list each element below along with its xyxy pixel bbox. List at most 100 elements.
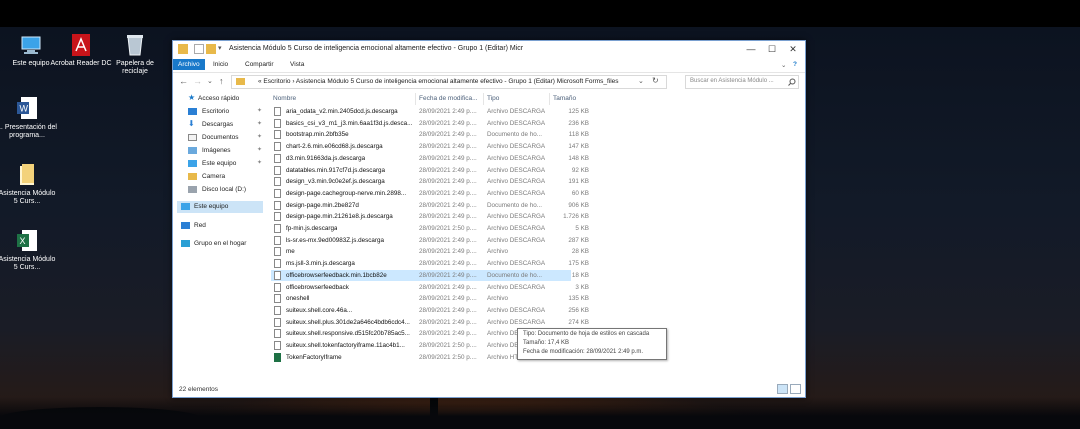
file-row[interactable]: oneshell 28/09/2021 2:49 p.... Archivo 135 … [271,293,589,305]
file-name: design-page.cachegroup-nerve.min.2898... [286,189,407,197]
maximize-button[interactable]: ☐ [761,41,783,58]
file-row[interactable]: design-page.cachegroup-nerve.min.2898...… [271,188,589,200]
file-name: chart-2.6.min.e06cd68.js.descarga [286,143,383,151]
column-divider[interactable] [415,93,416,105]
file-type: Archivo [487,295,508,303]
file-name: ls-sr.es-mx.9ed00983Z.js.descarga [286,236,384,244]
recycle-bin-icon [122,33,148,57]
nav-item-grupo-hogar[interactable]: Grupo en el hogar [177,238,263,250]
column-divider[interactable] [483,93,484,105]
folder-icon [188,173,197,180]
file-row[interactable]: chart-2.6.min.e06cd68.js.descarga 28/09/2… [271,141,589,153]
file-icon [274,177,281,187]
forward-button[interactable]: → [193,76,202,86]
file-row[interactable]: d3.min.91663da.js.descarga 28/09/2021 2:4… [271,153,589,165]
file-name: design-page.min.21261e8.js.descarga [286,213,393,221]
file-row[interactable]: suiteux.shell.core.46a... 28/09/2021 2:49… [271,305,589,317]
item-count: 22 elementos [179,386,219,393]
back-button[interactable]: ← [179,76,188,86]
nav-item-este-equipo-quick[interactable]: Este equipo ✦ [177,158,263,170]
file-row[interactable]: design-page.min.2be827d 28/09/2021 2:49 p… [271,200,589,212]
file-name: suiteux.shell.core.46a... [286,306,353,314]
file-date: 28/09/2021 2:49 p.... [419,248,477,256]
file-row[interactable]: officebrowserfeedback 28/09/2021 2:49 p..… [271,282,589,294]
chevron-down-icon[interactable]: ⌄ [638,77,644,85]
desktop-icon-label: 1. Presentación del programa... [0,124,57,139]
desktop-icon-asistencia-excel[interactable]: X Asistencia Módulo 5 Curs... [0,229,58,272]
nav-item-escritorio[interactable]: Escritorio ✦ [177,106,263,118]
file-row[interactable]: ms.jsll-3.min.js.descarga 28/09/2021 2:49… [271,258,589,270]
file-name: me [286,248,295,256]
file-row[interactable]: officebrowserfeedback.min.1bcb82e 28/09/2… [271,269,589,282]
file-date: 28/09/2021 2:49 p.... [419,178,477,186]
file-row[interactable]: fp-min.js.descarga 28/09/2021 2:50 p.... A… [271,223,589,235]
file-row[interactable]: basics_csi_v3_m1_j3.min.6aa1f3d.js.desca… [271,118,589,130]
address-bar[interactable]: « Escritorio › Asistencia Módulo 5 Curso… [231,75,667,89]
folder-icon [236,78,245,85]
close-button[interactable]: ✕ [782,41,804,58]
file-icon [274,142,281,152]
file-row[interactable]: aria_odata_v2.min.2405dcd.js.descarga 28/… [271,106,589,118]
file-icon [274,235,281,245]
file-row[interactable]: design-page.min.21261e8.js.descarga 28/09… [271,211,589,223]
new-folder-icon[interactable] [206,44,216,54]
nav-item-camera[interactable]: Camera [177,171,263,183]
file-name: ms.jsll-3.min.js.descarga [286,260,355,268]
file-row[interactable]: design_v3.min.9c0e2ef.js.descarga 28/09/2… [271,176,589,188]
desktop-icon-presentacion[interactable]: W 1. Presentación del programa... [0,97,58,140]
tab-vista[interactable]: Vista [286,60,308,69]
file-row[interactable]: suiteux.shell.plus.301de2a646c4bdb6cdc4.… [271,317,589,329]
file-size: 274 KB [568,318,589,326]
details-view-button[interactable] [777,384,788,394]
desktop-icon-asistencia-folder[interactable]: Asistencia Módulo 5 Curs... [0,163,58,206]
file-icon [274,329,281,339]
file-size: 18 KB [571,271,589,279]
folder-icon [178,44,188,54]
nav-item-disco-local[interactable]: Disco local (D:) [177,184,263,196]
tab-compartir[interactable]: Compartir [241,60,278,69]
file-tooltip: Tipo: Documento de hoja de estilos en ca… [517,328,667,360]
file-row[interactable]: datatables.min.917cf7d.js.descarga 28/09/… [271,165,589,177]
column-header-date[interactable]: Fecha de modifica... [419,95,478,102]
recent-locations-button[interactable]: ⌄ [207,77,213,85]
file-size: 28 KB [571,248,589,256]
file-date: 28/09/2021 2:49 p.... [419,213,477,221]
column-header-size[interactable]: Tamaño [553,95,576,102]
file-icon [274,165,281,175]
help-icon[interactable]: ? [789,60,801,69]
tooltip-date: Fecha de modificación: 28/09/2021 2:49 p… [523,349,644,355]
chevron-down-icon[interactable]: ▾ [218,44,228,54]
nav-item-este-equipo[interactable]: Este equipo [177,201,263,213]
file-icon [274,130,281,140]
file-type: Archivo [487,248,508,256]
desktop-icon-papelera[interactable]: Papelera de reciclaje [104,33,166,76]
column-header-name[interactable]: Nombre [273,95,296,102]
desktop-icon-acrobat[interactable]: Acrobat Reader DC [50,33,112,68]
large-icons-view-button[interactable] [790,384,801,394]
file-row[interactable]: ls-sr.es-mx.9ed00983Z.js.descarga 28/09/2… [271,235,589,247]
top-black-band [0,0,1080,27]
minimize-button[interactable]: — [740,41,762,58]
nav-item-documentos[interactable]: Documentos ✦ [177,132,263,144]
file-icon [274,118,281,128]
nav-item-imagenes[interactable]: Imágenes ✦ [177,145,263,157]
properties-icon[interactable] [194,44,204,54]
file-icon [274,341,281,350]
file-name: suiteux.shell.responsive.d515fc20b785ac5… [286,330,410,338]
nav-item-red[interactable]: Red [177,220,263,232]
tab-archivo[interactable]: Archivo [173,59,205,70]
refresh-button[interactable]: ↻ [652,76,659,85]
title-bar[interactable]: ▾ Asistencia Módulo 5 Curso de inteligen… [173,41,805,58]
up-button[interactable]: ↑ [219,76,224,86]
column-header-type[interactable]: Tipo [487,95,499,102]
tab-inicio[interactable]: Inicio [209,60,232,69]
search-input[interactable]: Buscar en Asistencia Módulo ... [685,75,799,89]
nav-item-descargas[interactable]: ⬇ Descargas ✦ [177,119,263,131]
file-row[interactable]: me 28/09/2021 2:49 p.... Archivo 28 KB [271,246,589,258]
file-name: suiteux.shell.tokenfactoryiframe.11ac4b1… [286,342,405,349]
nav-item-label: Imágenes [202,147,231,154]
column-divider[interactable] [549,93,550,105]
file-row[interactable]: bootstrap.min.2bfb35e 28/09/2021 2:49 p..… [271,129,589,141]
documents-icon [188,134,197,141]
nav-item-acceso-rapido[interactable]: ★ Acceso rápido [177,93,263,105]
